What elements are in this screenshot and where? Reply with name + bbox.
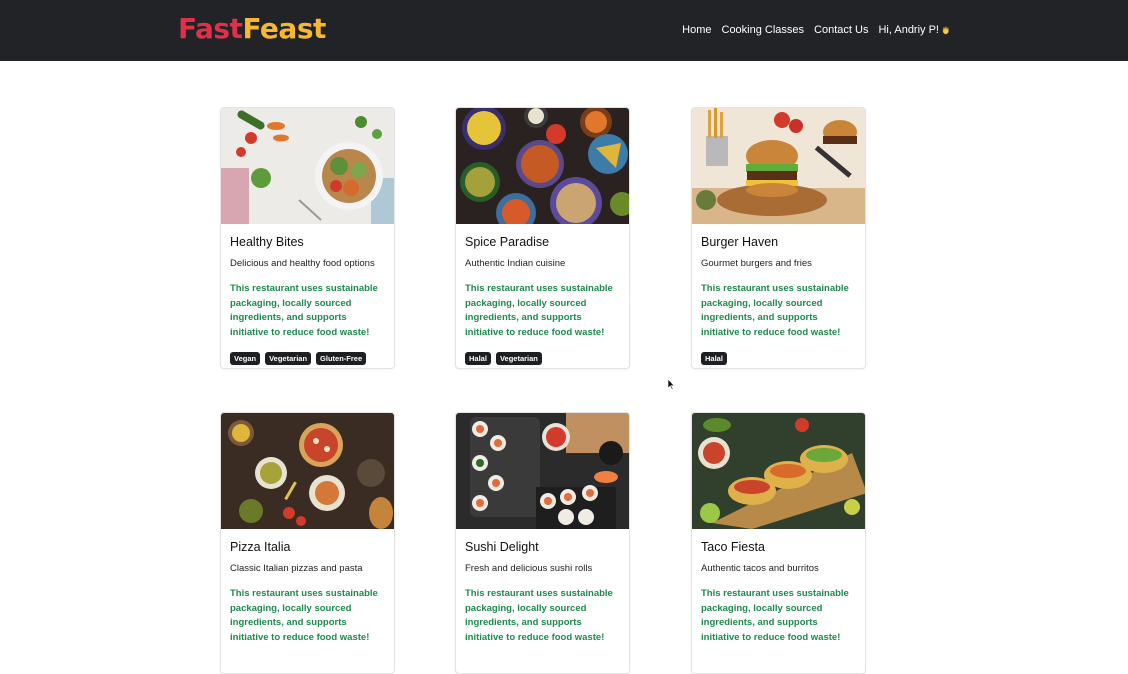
- tag-halal[interactable]: Halal: [701, 352, 727, 365]
- waving-hand-icon: [942, 25, 949, 35]
- tag-vegetarian[interactable]: Vegetarian: [495, 352, 542, 365]
- card-body: Burger Haven Gourmet burgers and fries T…: [692, 224, 865, 365]
- sustainability-note: This restaurant uses sustainable packagi…: [701, 283, 849, 338]
- restaurant-card-pizza-italia[interactable]: Pizza Italia Classic Italian pizzas and …: [220, 412, 395, 674]
- card-body: Pizza Italia Classic Italian pizzas and …: [221, 529, 394, 645]
- brand-logo[interactable]: FastFeast: [178, 12, 326, 45]
- nav-home-link[interactable]: Home: [682, 24, 711, 36]
- brand-fast: Fast: [178, 12, 243, 45]
- sustainability-note: This restaurant uses sustainable packagi…: [230, 283, 378, 338]
- restaurant-name[interactable]: Spice Paradise: [465, 235, 620, 249]
- tag-halal[interactable]: Halal: [465, 352, 491, 365]
- card-body: Sushi Delight Fresh and delicious sushi …: [456, 529, 629, 645]
- sustainability-note: This restaurant uses sustainable packagi…: [701, 588, 849, 643]
- taco-image: [692, 413, 865, 529]
- indian-food-image: [456, 108, 629, 224]
- nav-cooking-classes-link[interactable]: Cooking Classes: [722, 24, 805, 36]
- sustainability-note: This restaurant uses sustainable packagi…: [465, 588, 613, 643]
- tag-vegetarian[interactable]: Vegetarian: [265, 352, 312, 365]
- restaurant-name[interactable]: Burger Haven: [701, 235, 856, 249]
- pizza-image: [221, 413, 394, 529]
- card-body: Taco Fiesta Authentic tacos and burritos…: [692, 529, 865, 645]
- sustainability-note: This restaurant uses sustainable packagi…: [230, 588, 378, 643]
- sustainability-note: This restaurant uses sustainable packagi…: [465, 283, 613, 338]
- restaurant-description: Fresh and delicious sushi rolls: [465, 563, 593, 574]
- restaurant-description: Authentic Indian cuisine: [465, 258, 566, 269]
- sushi-image: [456, 413, 629, 529]
- restaurant-name[interactable]: Healthy Bites: [230, 235, 385, 249]
- brand-feast: Feast: [242, 12, 326, 45]
- restaurant-description: Classic Italian pizzas and pasta: [230, 563, 363, 574]
- restaurant-description: Authentic tacos and burritos: [701, 563, 819, 574]
- tag-vegan[interactable]: Vegan: [230, 352, 261, 365]
- dietary-tags: Vegan Vegetarian Gluten-Free: [230, 352, 385, 365]
- restaurant-card-taco-fiesta[interactable]: Taco Fiesta Authentic tacos and burritos…: [691, 412, 866, 674]
- restaurant-name[interactable]: Pizza Italia: [230, 540, 385, 554]
- nav-links: Home Cooking Classes Contact Us Hi, Andr…: [682, 24, 951, 36]
- restaurant-name[interactable]: Sushi Delight: [465, 540, 620, 554]
- dietary-tags: Halal: [701, 352, 856, 365]
- mouse-cursor-icon: [668, 379, 675, 390]
- tag-gluten-free[interactable]: Gluten-Free: [316, 352, 367, 365]
- greeting-text: Hi, Andriy P!: [878, 24, 939, 36]
- navbar: FastFeast Home Cooking Classes Contact U…: [0, 0, 1128, 61]
- restaurant-description: Gourmet burgers and fries: [701, 258, 812, 269]
- nav-contact-link[interactable]: Contact Us: [814, 24, 868, 36]
- dietary-tags: Halal Vegetarian: [465, 352, 620, 365]
- restaurant-name[interactable]: Taco Fiesta: [701, 540, 856, 554]
- restaurant-card-burger-haven[interactable]: Burger Haven Gourmet burgers and fries T…: [691, 107, 866, 369]
- card-body: Healthy Bites Delicious and healthy food…: [221, 224, 394, 365]
- card-body: Spice Paradise Authentic Indian cuisine …: [456, 224, 629, 365]
- restaurant-card-spice-paradise[interactable]: Spice Paradise Authentic Indian cuisine …: [455, 107, 630, 369]
- healthy-food-image: [221, 108, 394, 224]
- restaurant-card-healthy-bites[interactable]: Healthy Bites Delicious and healthy food…: [220, 107, 395, 369]
- user-greeting[interactable]: Hi, Andriy P!: [878, 24, 951, 36]
- restaurant-description: Delicious and healthy food options: [230, 258, 375, 269]
- burger-image: [692, 108, 865, 224]
- restaurant-card-sushi-delight[interactable]: Sushi Delight Fresh and delicious sushi …: [455, 412, 630, 674]
